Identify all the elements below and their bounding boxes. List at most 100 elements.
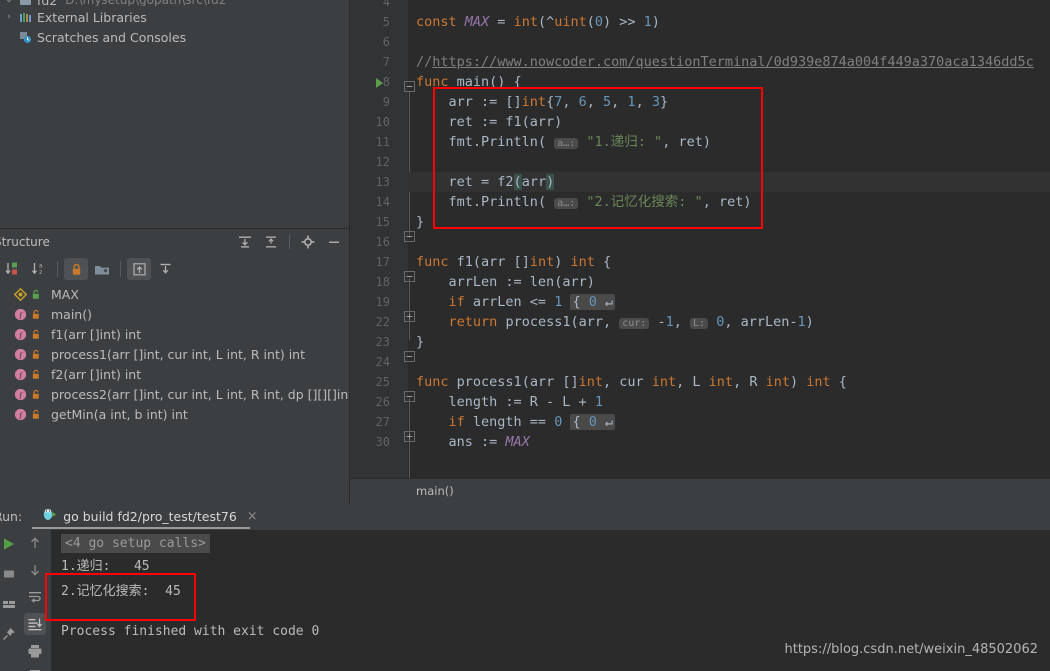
code-line-8[interactable]: func main() { — [416, 72, 522, 92]
code-line-17[interactable]: func f1(arr []int) int { — [416, 252, 611, 272]
run-gutter-icon[interactable] — [376, 78, 383, 88]
code-line-13[interactable]: ret = f2(arr) — [416, 172, 555, 192]
code-line-18[interactable]: arrLen := len(arr) — [416, 272, 595, 292]
scroll-up-icon[interactable] — [24, 532, 46, 554]
structure-item-label: process1(arr []int, cur int, L int, R in… — [51, 346, 305, 362]
private-icon — [29, 329, 43, 340]
line-number: 8 — [382, 75, 390, 89]
show-fields-icon[interactable] — [90, 258, 114, 280]
show-non-public-icon[interactable] — [64, 258, 88, 280]
collapsed-frames-line[interactable]: <4 go setup calls> — [61, 534, 210, 553]
layout-icon[interactable] — [1, 596, 17, 612]
tree-item-fd2[interactable]: ⌄ fd2 D:\mysetup\gopath\src\fd2 — [0, 0, 350, 6]
close-icon[interactable]: × — [247, 509, 258, 524]
code-line-7-url-comment[interactable]: //https://www.nowcoder.com/questionTermi… — [416, 52, 1034, 72]
console-output[interactable]: <4 go setup calls> 1.递归: 45 2.记忆化搜索: 45 … — [51, 530, 1050, 671]
run-tool-window: Run: go build fd2/pro_test/test76 × — [0, 503, 1050, 671]
code-line-23[interactable]: } — [416, 332, 424, 352]
run-icon[interactable] — [1, 536, 17, 552]
pin-icon[interactable] — [1, 626, 17, 642]
collapse-all-icon[interactable] — [263, 234, 279, 250]
run-tab[interactable]: go build fd2/pro_test/test76 × — [42, 503, 258, 530]
structure-item-main[interactable]: f main() — [0, 304, 350, 324]
structure-item-process1[interactable]: f process1(arr []int, cur int, L int, R … — [0, 344, 350, 364]
chevron-right-icon[interactable]: › — [2, 12, 16, 22]
fold-collapse-icon[interactable] — [404, 387, 415, 402]
tree-item-label: fd2 — [37, 0, 57, 6]
structure-item-getmin[interactable]: f getMin(a int, b int) int — [0, 404, 350, 424]
line-number: 24 — [375, 355, 390, 369]
code-line-15[interactable]: } — [416, 212, 424, 232]
stop-icon[interactable] — [1, 566, 17, 582]
fold-collapse-icon[interactable] — [404, 347, 415, 362]
tree-item-path: D:\mysetup\gopath\src\fd2 — [65, 0, 226, 6]
private-icon — [29, 409, 43, 420]
line-number: 11 — [375, 135, 390, 149]
run-side-controls — [0, 530, 18, 671]
code-line-30[interactable]: ans := MAX — [416, 432, 530, 452]
show-anonymous-icon[interactable] — [153, 258, 177, 280]
tree-item-scratches-and-consoles[interactable]: Scratches and Consoles — [0, 27, 350, 47]
line-number: 15 — [375, 215, 390, 229]
tree-item-external-libraries[interactable]: › External Libraries — [0, 7, 350, 27]
scroll-to-end-icon[interactable] — [24, 613, 46, 635]
line-number: 26 — [375, 395, 390, 409]
structure-item-process2[interactable]: f process2(arr []int, cur int, L int, R … — [0, 384, 378, 404]
code-line-25[interactable]: func process1(arr []int, cur int, L int,… — [416, 372, 847, 392]
sort-alphabetically-icon[interactable]: a z — [27, 258, 51, 280]
code-line-27[interactable]: if length == 0 { 0 ↵ — [416, 412, 616, 432]
breadcrumb[interactable]: main() — [350, 478, 1050, 503]
show-inherited-icon[interactable] — [127, 258, 151, 280]
structure-item-f2[interactable]: f f2(arr []int) int — [0, 364, 350, 384]
line-number: 25 — [375, 375, 390, 389]
line-number: 6 — [382, 35, 390, 49]
code-line-14[interactable]: fmt.Println( a…: "2.记忆化搜索: ", ret) — [416, 192, 752, 212]
code-editor[interactable]: 4 5 6 7 8 9 10 11 12 13 14 15 16 17 18 1… — [350, 0, 1050, 478]
scroll-down-icon[interactable] — [24, 559, 46, 581]
soft-wrap-icon[interactable] — [24, 586, 46, 608]
private-icon — [29, 389, 43, 400]
structure-list[interactable]: MAX f main() f f1(arr []int) int f proce… — [0, 284, 378, 499]
scratches-icon — [16, 30, 34, 44]
structure-item-f1[interactable]: f f1(arr []int) int — [0, 324, 350, 344]
line-number: 16 — [375, 235, 390, 249]
svg-text:z: z — [39, 269, 43, 276]
expand-all-icon[interactable] — [237, 234, 253, 250]
line-number: 22 — [375, 315, 390, 329]
code-line-9[interactable]: arr := []int{7, 6, 5, 1, 3} — [416, 92, 669, 112]
line-number: 30 — [375, 435, 390, 449]
function-icon: f — [12, 388, 29, 401]
code-line-22[interactable]: return process1(arr, cur: -1, L: 0, arrL… — [416, 312, 814, 332]
ide-window: ⌄ fd2 D:\mysetup\gopath\src\fd2 › — [0, 0, 1050, 671]
fold-collapse-icon[interactable] — [404, 227, 415, 242]
line-number: 7 — [382, 55, 390, 69]
sort-by-visibility-icon[interactable] — [1, 258, 25, 280]
code-line-11[interactable]: fmt.Println( a…: "1.递归: ", ret) — [416, 132, 711, 152]
structure-title: Structure — [0, 234, 50, 249]
clear-all-icon[interactable] — [24, 664, 46, 671]
tree-item-label: External Libraries — [37, 9, 147, 25]
fold-expand-icon[interactable] — [404, 307, 415, 322]
fold-collapse-icon[interactable] — [404, 77, 415, 92]
code-line-5[interactable]: const MAX = int(^uint(0) >> 1) — [416, 12, 660, 32]
minimize-icon[interactable] — [326, 234, 342, 250]
project-tree[interactable]: ⌄ fd2 D:\mysetup\gopath\src\fd2 › — [0, 0, 350, 228]
line-number: 27 — [375, 415, 390, 429]
structure-item-label: f1(arr []int) int — [51, 326, 142, 342]
gear-icon[interactable] — [300, 234, 316, 250]
active-tab-underline — [32, 527, 250, 529]
code-line-19[interactable]: if arrLen <= 1 { 0 ↵ — [416, 292, 616, 312]
libraries-icon — [16, 11, 34, 24]
console-line-1: 1.递归: 45 — [61, 559, 150, 574]
chevron-down-icon[interactable]: ⌄ — [2, 0, 16, 5]
left-tool-column: ⌄ fd2 D:\mysetup\gopath\src\fd2 › — [0, 0, 378, 503]
line-number: 14 — [375, 195, 390, 209]
fold-expand-icon[interactable] — [404, 427, 415, 442]
code-line-26[interactable]: length := R - L + 1 — [416, 392, 603, 412]
print-icon[interactable] — [24, 640, 46, 662]
code-line-10[interactable]: ret := f1(arr) — [416, 112, 563, 132]
line-number: 10 — [375, 115, 390, 129]
fold-collapse-icon[interactable] — [404, 267, 415, 282]
structure-item-max[interactable]: MAX — [0, 284, 350, 304]
line-number: 17 — [375, 255, 390, 269]
